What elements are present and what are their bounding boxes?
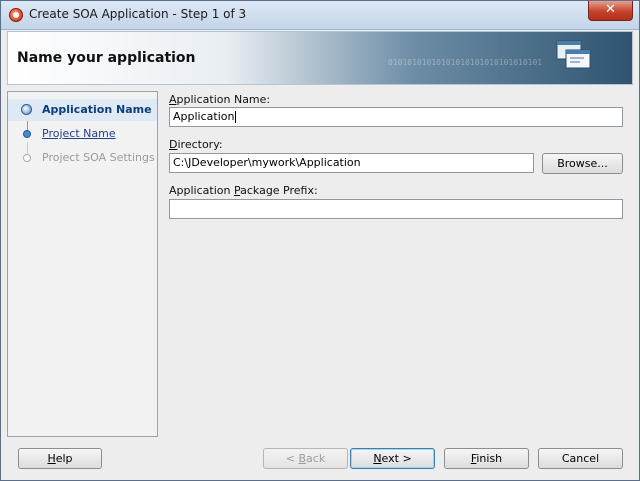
- package-prefix-label: Application Package Prefix:: [169, 184, 318, 197]
- page-heading: Name your application: [17, 50, 196, 66]
- step-label: Project Name: [42, 127, 116, 140]
- application-name-label: Application Name:: [169, 93, 271, 106]
- step-project-soa-settings: Project SOA Settings: [8, 147, 157, 169]
- help-button[interactable]: Help: [18, 448, 102, 469]
- package-prefix-input[interactable]: [169, 199, 623, 219]
- back-button: < Back: [263, 448, 348, 469]
- wizard-banner: Name your application 010101010101010101…: [7, 31, 633, 85]
- wizard-content: Application Name: Application Directory:…: [159, 91, 633, 437]
- finish-button[interactable]: Finish: [444, 448, 529, 469]
- step-node-icon: [23, 154, 31, 162]
- directory-input[interactable]: C:\JDeveloper\mywork\Application: [169, 153, 534, 173]
- step-node-icon: [23, 130, 31, 138]
- close-button[interactable]: ✕: [588, 1, 633, 21]
- text-caret: [235, 111, 237, 123]
- browse-button[interactable]: Browse...: [542, 153, 623, 174]
- steps-navigation-panel: Application Name Project Name Project SO…: [7, 91, 158, 437]
- dialog-window: Create SOA Application - Step 1 of 3 ✕ N…: [0, 0, 640, 481]
- step-node-icon: [21, 104, 32, 115]
- banner-binary-pattern: 01010101010101010101010101010101: [388, 58, 543, 67]
- step-label: Project SOA Settings: [42, 151, 155, 164]
- next-button[interactable]: Next >: [350, 448, 435, 469]
- application-name-input[interactable]: Application: [169, 107, 623, 127]
- window-title: Create SOA Application - Step 1 of 3: [29, 7, 247, 21]
- cancel-button[interactable]: Cancel: [538, 448, 623, 469]
- step-project-name[interactable]: Project Name: [8, 123, 157, 145]
- directory-label: Directory:: [169, 138, 223, 151]
- wizard-windows-icon: [556, 40, 591, 69]
- step-application-name[interactable]: Application Name: [8, 99, 157, 121]
- title-bar[interactable]: Create SOA Application - Step 1 of 3 ✕: [1, 1, 639, 30]
- jdeveloper-app-icon: [9, 8, 23, 22]
- step-label: Application Name: [42, 103, 152, 116]
